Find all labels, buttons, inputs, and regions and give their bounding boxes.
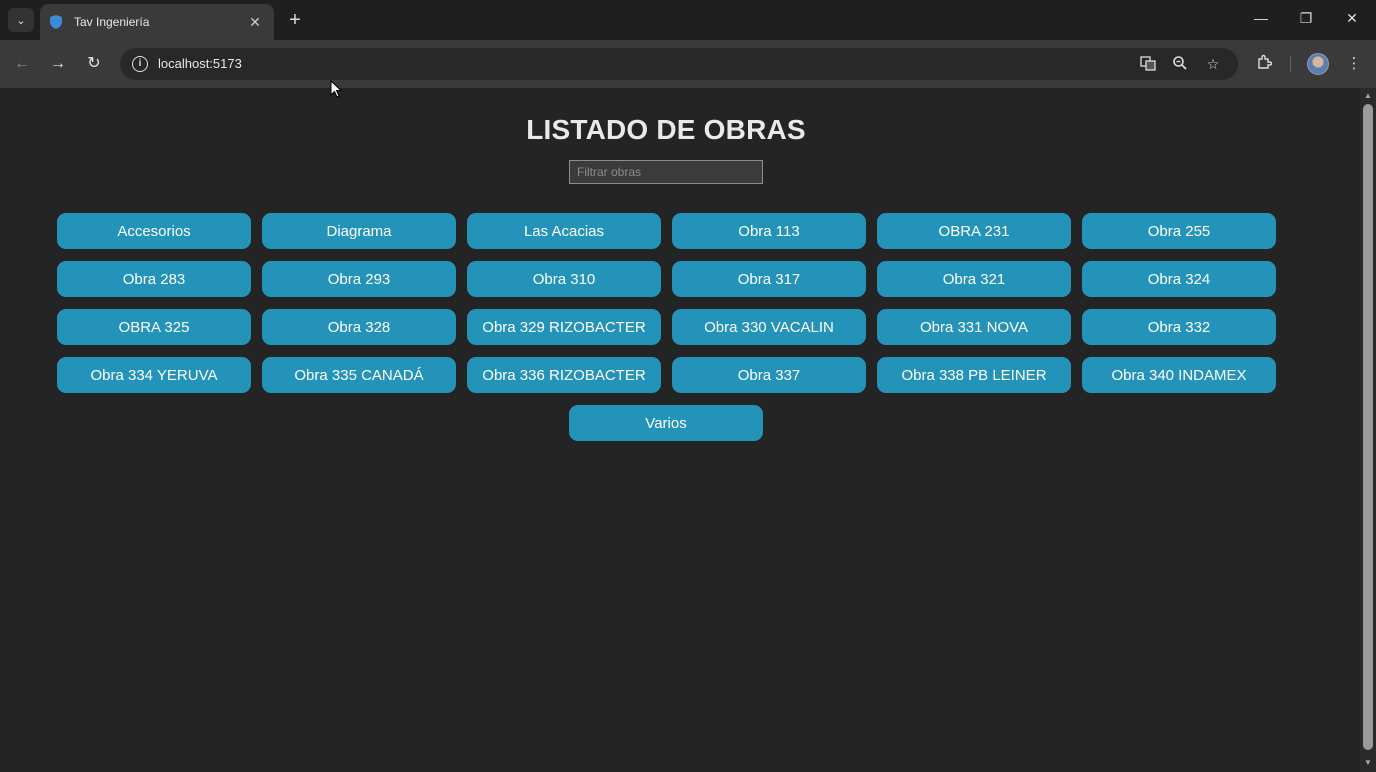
obra-button[interactable]: Las Acacias [467, 213, 661, 249]
obra-button[interactable]: Obra 332 [1082, 309, 1276, 345]
obra-button[interactable]: Accesorios [57, 213, 251, 249]
obra-button[interactable]: Obra 310 [467, 261, 661, 297]
obra-button[interactable]: Obra 331 NOVA [877, 309, 1071, 345]
browser-titlebar: ⌄ Tav Ingeniería ✕ + — ❐ ✕ [0, 0, 1376, 40]
obra-button[interactable]: Obra 329 RIZOBACTER [467, 309, 661, 345]
obra-button[interactable]: Obra 324 [1082, 261, 1276, 297]
obra-button[interactable]: Obra 283 [57, 261, 251, 297]
close-window-icon[interactable]: ✕ [1342, 10, 1362, 27]
bookmark-star-icon[interactable]: ☆ [1203, 55, 1223, 73]
back-icon[interactable]: ← [12, 54, 32, 74]
obra-button[interactable]: Obra 335 CANADÁ [262, 357, 456, 393]
page-scrollbar[interactable]: ▲ ▼ [1360, 88, 1376, 772]
page-content: LISTADO DE OBRAS Accesorios Diagrama Las… [0, 88, 1360, 772]
varios-row: Varios [569, 405, 763, 441]
minimize-icon[interactable]: — [1251, 10, 1271, 26]
obra-button[interactable]: Obra 340 INDAMEX [1082, 357, 1276, 393]
obra-button[interactable]: Obra 321 [877, 261, 1071, 297]
kebab-menu-icon[interactable]: ⋮ [1344, 54, 1364, 74]
browser-tab[interactable]: Tav Ingeniería ✕ [40, 4, 274, 40]
obra-button[interactable]: Obra 330 VACALIN [672, 309, 866, 345]
obra-button[interactable]: Obra 255 [1082, 213, 1276, 249]
obra-button[interactable]: Obra 328 [262, 309, 456, 345]
address-bar[interactable]: i localhost:5173 ☆ [120, 48, 1238, 80]
page-title: LISTADO DE OBRAS [526, 114, 806, 145]
obra-button[interactable]: Obra 293 [262, 261, 456, 297]
profile-avatar[interactable] [1307, 53, 1329, 75]
obra-button[interactable]: Obra 113 [672, 213, 866, 249]
obra-button[interactable]: Obra 317 [672, 261, 866, 297]
close-tab-icon[interactable]: ✕ [246, 14, 264, 31]
scroll-down-icon[interactable]: ▼ [1363, 758, 1373, 767]
browser-toolbar: ← → ↻ i localhost:5173 ☆ ⋮ [0, 40, 1376, 88]
obra-button[interactable]: Obra 338 PB LEINER [877, 357, 1071, 393]
tab-title: Tav Ingeniería [74, 15, 150, 29]
scroll-up-icon[interactable]: ▲ [1363, 91, 1373, 100]
forward-icon[interactable]: → [48, 54, 68, 74]
mouse-cursor-icon [330, 79, 343, 103]
obra-button[interactable]: OBRA 231 [877, 213, 1071, 249]
extensions-icon[interactable] [1254, 54, 1274, 74]
obras-grid: Accesorios Diagrama Las Acacias Obra 113… [57, 213, 1276, 393]
url-text: localhost:5173 [158, 56, 242, 71]
obra-button[interactable]: Obra 334 YERUVA [57, 357, 251, 393]
obra-button[interactable]: Obra 336 RIZOBACTER [467, 357, 661, 393]
shield-icon [50, 15, 64, 29]
filter-input[interactable] [569, 160, 763, 184]
site-info-icon[interactable]: i [132, 56, 148, 72]
restore-icon[interactable]: ❐ [1296, 10, 1316, 27]
obra-button[interactable]: OBRA 325 [57, 309, 251, 345]
obra-button[interactable]: Diagrama [262, 213, 456, 249]
toolbar-divider [1290, 56, 1291, 72]
obra-button[interactable]: Obra 337 [672, 357, 866, 393]
new-tab-button[interactable]: + [284, 9, 306, 31]
zoom-icon[interactable] [1170, 55, 1190, 73]
translate-icon[interactable] [1138, 55, 1158, 73]
obra-button-varios[interactable]: Varios [569, 405, 763, 441]
tab-search-icon[interactable]: ⌄ [8, 8, 34, 32]
scrollbar-thumb[interactable] [1363, 104, 1373, 750]
reload-icon[interactable]: ↻ [84, 54, 104, 74]
